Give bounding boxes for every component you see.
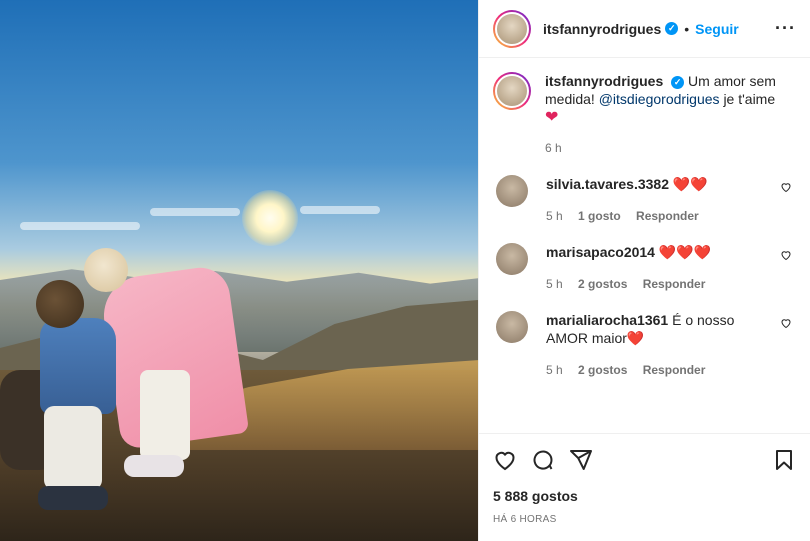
post-panel: itsfannyrodrigues ✓ • Seguir ··· itsfann…	[478, 0, 810, 541]
share-icon[interactable]	[569, 448, 593, 472]
sun	[242, 190, 298, 246]
bookmark-icon[interactable]	[772, 448, 796, 472]
reply-button[interactable]: Responder	[643, 363, 706, 377]
child-figure	[40, 318, 116, 414]
heart-emoji: ❤	[545, 109, 559, 126]
comment-likes[interactable]: 1 gosto	[578, 209, 621, 223]
comment-likes[interactable]: 2 gostos	[578, 277, 627, 291]
post-photo[interactable]	[0, 0, 478, 541]
post-actions: 5 888 gostos HÁ 6 HORAS	[479, 433, 810, 541]
post-timestamp[interactable]: HÁ 6 HORAS	[493, 514, 796, 525]
more-options-icon[interactable]: ···	[775, 18, 796, 39]
cloud	[20, 222, 140, 230]
post-header: itsfannyrodrigues ✓ • Seguir ···	[479, 0, 810, 58]
like-icon[interactable]	[493, 448, 517, 472]
comment-likes[interactable]: 2 gostos	[578, 363, 627, 377]
caption-avatar[interactable]	[493, 72, 531, 110]
comment: silvia.tavares.3382 ❤️❤️ 5 h 1 gosto Res…	[493, 175, 796, 225]
child-shoes	[38, 486, 108, 510]
author-username[interactable]: itsfannyrodrigues	[543, 21, 661, 37]
verified-icon: ✓	[671, 76, 685, 89]
woman-head	[84, 248, 128, 292]
cloud	[300, 206, 380, 214]
caption-tail: je t'aime	[723, 91, 776, 107]
like-comment-icon[interactable]	[780, 249, 792, 261]
comment-text: ❤️❤️	[672, 176, 708, 192]
reply-button[interactable]: Responder	[636, 209, 699, 223]
commenter-avatar[interactable]	[496, 243, 528, 275]
comment-username[interactable]: marisapaco2014	[546, 244, 655, 260]
like-comment-icon[interactable]	[780, 317, 792, 329]
comments-list[interactable]: itsfannyrodrigues ✓ Um amor sem medida! …	[479, 58, 810, 433]
comment-username[interactable]: marialiarocha1361	[546, 312, 668, 328]
separator-dot: •	[684, 20, 690, 37]
child-head	[36, 280, 84, 328]
likes-count[interactable]: 5 888 gostos	[493, 488, 796, 504]
comment-time[interactable]: 5 h	[546, 277, 563, 291]
mention-link[interactable]: @itsdiegorodrigues	[599, 91, 720, 107]
like-comment-icon[interactable]	[780, 181, 792, 193]
caption-username[interactable]: itsfannyrodrigues	[545, 73, 663, 89]
verified-icon: ✓	[665, 22, 679, 35]
commenter-avatar[interactable]	[496, 311, 528, 343]
comment-time[interactable]: 5 h	[546, 363, 563, 377]
comment-username[interactable]: silvia.tavares.3382	[546, 176, 669, 192]
author-avatar[interactable]	[493, 9, 531, 48]
comment-text: ❤️❤️❤️	[658, 244, 712, 260]
woman-pants	[140, 370, 190, 460]
comment: marisapaco2014 ❤️❤️❤️ 5 h 2 gostos Respo…	[493, 243, 796, 293]
woman-shoes	[124, 455, 184, 477]
comment-icon[interactable]	[531, 448, 555, 472]
reply-button[interactable]: Responder	[643, 277, 706, 291]
child-pants	[44, 406, 102, 490]
follow-button[interactable]: Seguir	[695, 21, 739, 37]
caption: itsfannyrodrigues ✓ Um amor sem medida! …	[493, 72, 796, 157]
commenter-avatar[interactable]	[496, 175, 528, 207]
caption-time[interactable]: 6 h	[545, 139, 795, 157]
cloud	[150, 208, 240, 216]
comment: marialiarocha1361 É o nosso AMOR maior❤️…	[493, 311, 796, 379]
comment-time[interactable]: 5 h	[546, 209, 563, 223]
